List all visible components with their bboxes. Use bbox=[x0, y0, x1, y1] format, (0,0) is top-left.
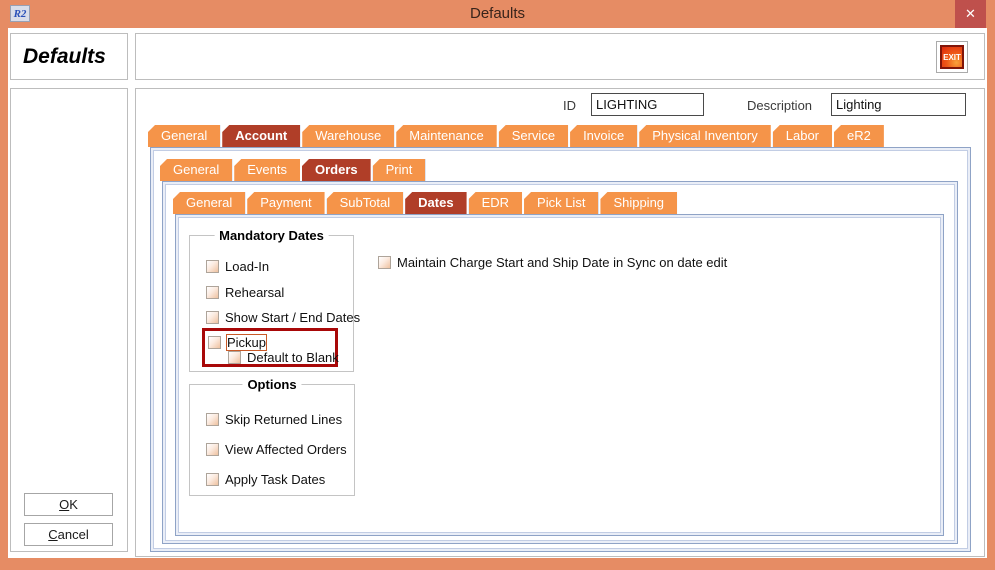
cancel-button[interactable]: Cancel bbox=[24, 523, 113, 546]
skip-returned-checkbox[interactable] bbox=[206, 413, 219, 426]
ok-button-label: OK bbox=[59, 497, 78, 512]
dates-tab-pane: Mandatory Dates Load-In Rehearsal bbox=[175, 214, 944, 536]
tab-maintenance[interactable]: Maintenance bbox=[396, 125, 496, 147]
load-in-checkbox[interactable] bbox=[206, 260, 219, 273]
title-bar: R2 Defaults ✕ bbox=[0, 0, 995, 28]
sync-label: Maintain Charge Start and Ship Date in S… bbox=[397, 255, 727, 270]
pickup-highlight-box: Pickup Default to Blank bbox=[202, 328, 338, 367]
skip-returned-row: Skip Returned Lines bbox=[206, 411, 342, 427]
pickup-row: Pickup bbox=[208, 334, 266, 350]
load-in-row: Load-In bbox=[206, 258, 269, 274]
toolbar: EXIT bbox=[135, 33, 985, 80]
form-title: Defaults bbox=[23, 45, 106, 69]
tab-orders[interactable]: Orders bbox=[302, 159, 371, 181]
close-icon[interactable]: ✕ bbox=[955, 0, 986, 28]
tab-shipping[interactable]: Shipping bbox=[600, 192, 677, 214]
cancel-button-label: Cancel bbox=[48, 527, 88, 542]
tab-physical-inventory[interactable]: Physical Inventory bbox=[639, 125, 771, 147]
id-label: ID bbox=[563, 98, 576, 113]
tab-payment[interactable]: Payment bbox=[247, 192, 324, 214]
load-in-label: Load-In bbox=[225, 259, 269, 274]
description-input[interactable] bbox=[831, 93, 966, 116]
view-affected-label: View Affected Orders bbox=[225, 442, 347, 457]
skip-returned-label: Skip Returned Lines bbox=[225, 412, 342, 427]
tab-dates[interactable]: Dates bbox=[405, 192, 466, 214]
rehearsal-label: Rehearsal bbox=[225, 285, 284, 300]
tab-subtotal[interactable]: SubTotal bbox=[327, 192, 404, 214]
show-start-end-label: Show Start / End Dates bbox=[225, 310, 360, 325]
id-input[interactable] bbox=[591, 93, 704, 116]
pickup-checkbox[interactable] bbox=[208, 336, 221, 349]
rehearsal-row: Rehearsal bbox=[206, 284, 284, 300]
show-start-end-row: Show Start / End Dates bbox=[206, 309, 360, 325]
tab-general-l3[interactable]: General bbox=[173, 192, 245, 214]
sync-row: Maintain Charge Start and Ship Date in S… bbox=[378, 254, 727, 270]
window-title: Defaults bbox=[0, 0, 995, 28]
main-panel: ID Description General Account Warehouse… bbox=[135, 88, 985, 557]
exit-button[interactable]: EXIT bbox=[936, 41, 968, 73]
apply-task-label: Apply Task Dates bbox=[225, 472, 325, 487]
orders-tab-pane: General Payment SubTotal Dates EDR Pick … bbox=[162, 181, 958, 544]
default-to-blank-checkbox[interactable] bbox=[228, 351, 241, 364]
pickup-label: Pickup bbox=[227, 335, 266, 350]
view-affected-checkbox[interactable] bbox=[206, 443, 219, 456]
tab-row-level1: General Account Warehouse Maintenance Se… bbox=[148, 125, 884, 147]
left-panel: OK Cancel bbox=[10, 88, 128, 552]
tab-general-l2[interactable]: General bbox=[160, 159, 232, 181]
tab-pick-list[interactable]: Pick List bbox=[524, 192, 598, 214]
options-group: Options Skip Returned Lines View Affecte… bbox=[189, 384, 355, 496]
defaults-window: R2 Defaults ✕ Defaults OK Cancel EXIT ID bbox=[0, 0, 995, 570]
sync-checkbox[interactable] bbox=[378, 256, 391, 269]
rehearsal-checkbox[interactable] bbox=[206, 286, 219, 299]
mandatory-dates-title: Mandatory Dates bbox=[214, 228, 329, 243]
exit-icon: EXIT bbox=[940, 45, 964, 69]
window-client-area: Defaults OK Cancel EXIT ID Description G… bbox=[8, 28, 987, 558]
tab-labor[interactable]: Labor bbox=[773, 125, 832, 147]
tab-general-l1[interactable]: General bbox=[148, 125, 220, 147]
tab-er2[interactable]: eR2 bbox=[834, 125, 884, 147]
tab-account[interactable]: Account bbox=[222, 125, 300, 147]
tab-row-level2: General Events Orders Print bbox=[160, 159, 425, 181]
default-to-blank-row: Default to Blank bbox=[228, 349, 339, 365]
description-label: Description bbox=[747, 98, 812, 113]
form-title-box: Defaults bbox=[10, 33, 128, 80]
tab-service[interactable]: Service bbox=[499, 125, 568, 147]
tab-events[interactable]: Events bbox=[234, 159, 300, 181]
default-to-blank-label: Default to Blank bbox=[247, 350, 339, 365]
account-tab-pane: General Events Orders Print General Paym… bbox=[150, 147, 971, 552]
show-start-end-checkbox[interactable] bbox=[206, 311, 219, 324]
tab-print[interactable]: Print bbox=[373, 159, 426, 181]
apply-task-row: Apply Task Dates bbox=[206, 471, 325, 487]
options-title: Options bbox=[242, 377, 301, 392]
tab-warehouse[interactable]: Warehouse bbox=[302, 125, 394, 147]
tab-invoice[interactable]: Invoice bbox=[570, 125, 637, 147]
ok-button[interactable]: OK bbox=[24, 493, 113, 516]
tab-row-level3: General Payment SubTotal Dates EDR Pick … bbox=[173, 192, 677, 214]
view-affected-row: View Affected Orders bbox=[206, 441, 347, 457]
tab-edr[interactable]: EDR bbox=[469, 192, 522, 214]
apply-task-checkbox[interactable] bbox=[206, 473, 219, 486]
mandatory-dates-group: Mandatory Dates Load-In Rehearsal bbox=[189, 235, 354, 372]
